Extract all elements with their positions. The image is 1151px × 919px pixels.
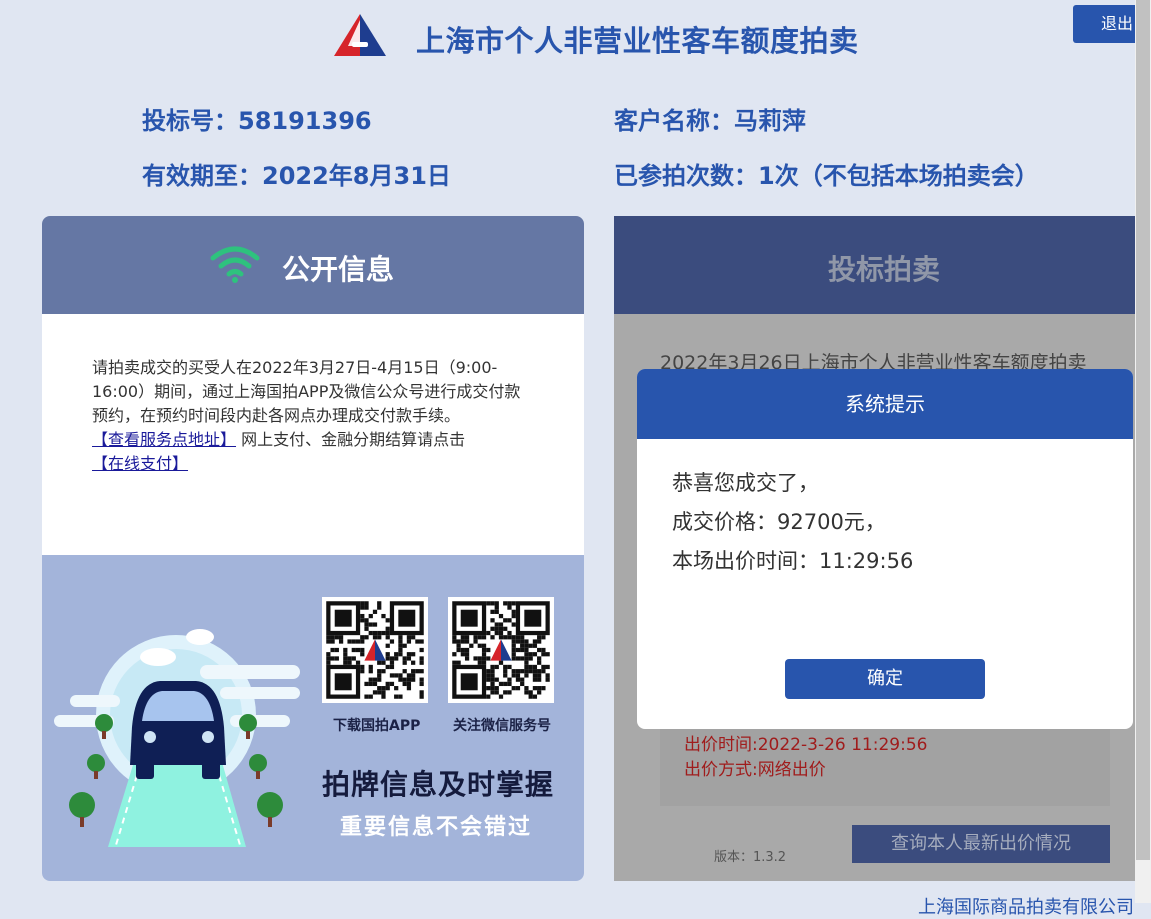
- company-footer: 上海国际商品拍卖有限公司: [918, 897, 1134, 918]
- attempts-row: 已参拍次数：1次（不包括本场拍卖会）: [614, 156, 1039, 191]
- car-road-illustration: [54, 629, 300, 847]
- customer-name-label: 客户名称：: [614, 107, 734, 135]
- page-title: 上海市个人非营业性客车额度拍卖: [416, 24, 859, 58]
- online-payment-text: 网上支付、金融分期结算请点击: [241, 430, 466, 449]
- gupai-logo-icon: [334, 14, 386, 56]
- public-info-title: 公开信息: [282, 253, 395, 286]
- valid-until-label: 有效期至：: [142, 162, 262, 190]
- slogan-sub: 重要信息不会错过: [340, 815, 533, 840]
- bid-number-value: 58191396: [238, 107, 372, 135]
- valid-until-row: 有效期至：2022年8月31日: [142, 156, 451, 191]
- public-info-header: 公开信息: [42, 216, 584, 314]
- bid-method-text: 出价方式:网络出价: [684, 760, 826, 780]
- service-address-link[interactable]: 【查看服务点地址】: [92, 430, 236, 449]
- payment-notice: 请拍卖成交的买受人在2022年3月27日-4月15日（9:00-16:00）期间…: [92, 356, 532, 476]
- wechat-qr-code: [448, 597, 554, 703]
- slogan-main: 拍牌信息及时掌握: [322, 768, 555, 801]
- wifi-icon: [210, 246, 260, 283]
- dialog-congrats-text: 恭喜您成交了，: [672, 471, 819, 495]
- online-payment-link[interactable]: 【在线支付】: [92, 454, 188, 473]
- public-info-panel: 公开信息 请拍卖成交的买受人在2022年3月27日-4月15日（9:00-16:…: [42, 216, 584, 881]
- auction-header: 投标拍卖: [614, 216, 1135, 314]
- query-latest-bid-button[interactable]: 查询本人最新出价情况: [852, 825, 1110, 863]
- dialog-price-text: 成交价格：92700元，: [672, 510, 886, 534]
- bid-status-box: 出价时间:2022-3-26 11:29:56 出价方式:网络出价: [660, 716, 1110, 806]
- scrollbar-thumb[interactable]: [1136, 0, 1150, 860]
- customer-name-value: 马莉萍: [734, 107, 806, 135]
- promo-banner: 下载国拍APP 关注微信服务号 拍牌信息及时掌握 重要信息不会错过: [42, 555, 584, 881]
- system-prompt-dialog: 系统提示 恭喜您成交了， 成交价格：92700元， 本场出价时间：11:29:5…: [637, 369, 1133, 729]
- page-scrollbar[interactable]: [1135, 0, 1151, 903]
- auction-title: 投标拍卖: [827, 253, 940, 286]
- notice-text: 请拍卖成交的买受人在2022年3月27日-4月15日（9:00-16:00）期间…: [92, 358, 521, 425]
- valid-until-value: 2022年8月31日: [262, 162, 451, 190]
- dialog-title: 系统提示: [637, 369, 1133, 439]
- customer-name-row: 客户名称：马莉萍: [614, 101, 806, 136]
- bid-number-label: 投标号：: [142, 107, 238, 135]
- bid-time-text: 出价时间:2022-3-26 11:29:56: [684, 735, 928, 755]
- attempts-value: 1次（不包括本场拍卖会）: [758, 162, 1039, 190]
- wechat-qr-caption: 关注微信服务号: [453, 718, 551, 734]
- app-qr-caption: 下载国拍APP: [333, 718, 421, 734]
- dialog-bid-time-text: 本场出价时间：11:29:56: [672, 549, 914, 573]
- app-qr-code: [322, 597, 428, 703]
- attempts-label: 已参拍次数：: [614, 162, 758, 190]
- confirm-button[interactable]: 确定: [785, 659, 985, 699]
- logout-button[interactable]: 退出: [1073, 5, 1143, 43]
- bid-number-row: 投标号：58191396: [142, 101, 372, 136]
- version-text: 版本：1.3.2: [714, 850, 787, 865]
